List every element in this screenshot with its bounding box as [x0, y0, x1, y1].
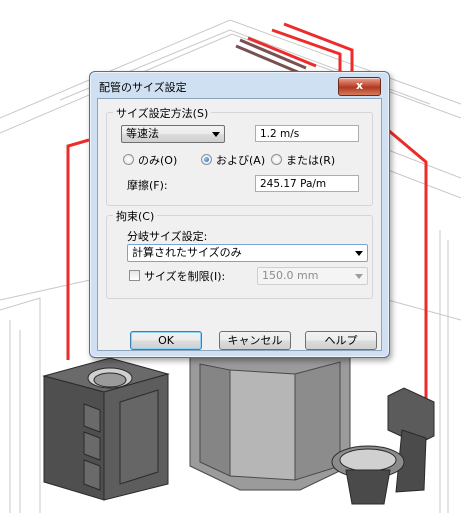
branch-sizing-label: 分岐サイズ設定: — [127, 230, 208, 243]
chevron-down-icon — [212, 132, 220, 137]
restrict-size-select[interactable]: 150.0 mm — [257, 267, 368, 285]
radio-only[interactable] — [123, 154, 134, 165]
chevron-down-icon — [355, 251, 363, 256]
cancel-button[interactable]: キャンセル — [219, 331, 291, 350]
radio-and[interactable] — [201, 154, 212, 165]
method-value: 等速法 — [126, 127, 159, 140]
vanity — [42, 357, 170, 501]
branch-sizing-value: 計算されたサイズのみ — [132, 246, 242, 259]
velocity-field[interactable]: 1.2 m/s — [255, 125, 359, 142]
dialog-title: 配管のサイズ設定 — [99, 81, 187, 94]
radio-and-label: および(A) — [216, 154, 266, 167]
sizing-method-group: サイズ設定方法(S) 等速法 1.2 m/s のみ(O) および(A) または(… — [106, 105, 373, 206]
center-cabinet — [189, 355, 351, 491]
pipe-sizing-dialog: 配管のサイズ設定 x サイズ設定方法(S) 等速法 1.2 m/s のみ(O) … — [89, 71, 390, 358]
dialog-body: サイズ設定方法(S) 等速法 1.2 m/s のみ(O) および(A) または(… — [97, 98, 382, 351]
close-button[interactable]: x — [338, 77, 381, 96]
branch-sizing-select[interactable]: 計算されたサイズのみ — [127, 244, 368, 262]
method-select[interactable]: 等速法 — [121, 125, 225, 143]
close-icon: x — [355, 79, 364, 92]
chevron-down-icon — [355, 274, 363, 279]
radio-or-label: または(R) — [286, 154, 336, 167]
ok-button[interactable]: OK — [130, 331, 202, 350]
constraints-label: 拘束(C) — [113, 208, 158, 224]
restrict-size-label: サイズを制限(I): — [144, 270, 226, 283]
friction-field[interactable]: 245.17 Pa/m — [255, 175, 359, 192]
restrict-size-checkbox[interactable] — [129, 270, 140, 281]
constraints-group: 拘束(C) 分岐サイズ設定: 計算されたサイズのみ サイズを制限(I): 150… — [106, 208, 373, 299]
radio-only-label: のみ(O) — [138, 154, 178, 167]
friction-label: 摩擦(F): — [127, 179, 168, 192]
help-button[interactable]: ヘルプ — [305, 331, 377, 350]
sizing-method-label: サイズ設定方法(S) — [113, 105, 212, 121]
restrict-size-value: 150.0 mm — [262, 269, 319, 282]
title-bar[interactable]: 配管のサイズ設定 x — [90, 72, 389, 98]
radio-or[interactable] — [271, 154, 282, 165]
